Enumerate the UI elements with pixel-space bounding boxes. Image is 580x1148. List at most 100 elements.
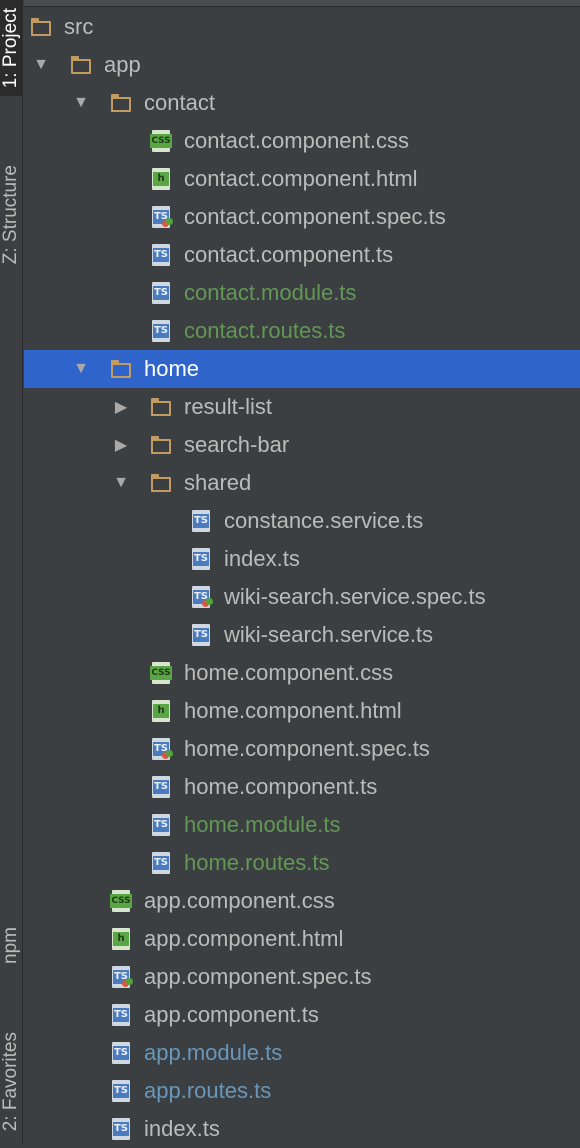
tree-folder-row[interactable]: ▶ search-bar <box>24 426 580 464</box>
tree-file-row[interactable]: TS home.module.ts <box>24 806 580 844</box>
html-file-icon: h <box>150 168 172 190</box>
tree-file-row[interactable]: TS contact.module.ts <box>24 274 580 312</box>
css-file-icon: CSS <box>150 662 172 684</box>
css-badge: CSS <box>110 894 132 908</box>
collapse-arrow-icon[interactable]: ▼ <box>32 56 50 74</box>
tree-item-label: index.ts <box>224 546 300 571</box>
ts-badge: TS <box>193 514 209 528</box>
ts-file-icon: TS <box>190 624 212 646</box>
tree-item-label: app.module.ts <box>144 1040 283 1065</box>
tree-file-row[interactable]: TS wiki-search.service.ts <box>24 616 580 654</box>
tree-file-row[interactable]: TS contact.routes.ts <box>24 312 580 350</box>
folder-icon <box>150 434 172 456</box>
tree-file-row[interactable]: TS contact.component.spec.ts <box>24 198 580 236</box>
tree-file-row[interactable]: h home.component.html <box>24 692 580 730</box>
tree-item-label: search-bar <box>184 432 290 457</box>
tree-folder-row[interactable]: ▼ shared <box>24 464 580 502</box>
collapse-arrow-icon[interactable]: ▼ <box>112 474 130 492</box>
tree-item-label: home.component.ts <box>184 774 378 799</box>
tree-file-row[interactable]: TS home.component.ts <box>24 768 580 806</box>
tree-folder-row[interactable]: ▼ home <box>24 350 580 388</box>
tree-file-row[interactable]: TS wiki-search.service.spec.ts <box>24 578 580 616</box>
tree-file-row[interactable]: TS home.component.spec.ts <box>24 730 580 768</box>
ts-badge: TS <box>153 856 169 870</box>
tree-item-label: app <box>104 52 141 77</box>
tree-item-label: constance.service.ts <box>224 508 424 533</box>
favorites-tab-label: 2: Favorites <box>0 1032 21 1132</box>
folder-icon <box>150 396 172 418</box>
ts-file-icon: TS <box>190 510 212 532</box>
tree-file-row[interactable]: TS home.routes.ts <box>24 844 580 882</box>
html-badge: h <box>113 932 129 946</box>
spec-file-icon: TS <box>190 586 213 608</box>
tree-item-label: src <box>64 14 94 39</box>
tree-file-row[interactable]: TS app.component.spec.ts <box>24 958 580 996</box>
structure-tab[interactable]: Z: Structure <box>0 140 22 290</box>
folder-icon <box>70 54 92 76</box>
tree-file-row[interactable]: CSS home.component.css <box>24 654 580 692</box>
tree-item-label: home.routes.ts <box>184 850 330 875</box>
tree-file-row[interactable]: TS app.component.ts <box>24 996 580 1034</box>
spec-file-icon: TS <box>150 738 173 760</box>
tree-item-label: wiki-search.service.spec.ts <box>224 584 486 609</box>
tree-file-row[interactable]: TS index.ts <box>24 1110 580 1148</box>
tree-item-label: app.component.spec.ts <box>144 964 372 989</box>
html-file-icon: h <box>150 700 172 722</box>
tree-item-label: contact.component.css <box>184 128 410 153</box>
tree-item-label: app.routes.ts <box>144 1078 272 1103</box>
tree-file-row[interactable]: h contact.component.html <box>24 160 580 198</box>
collapse-arrow-icon[interactable]: ▼ <box>72 360 90 378</box>
ts-badge: TS <box>153 818 169 832</box>
tree-item-label: contact <box>144 90 215 115</box>
tree-item-label: shared <box>184 470 252 495</box>
favorites-tab[interactable]: 2: Favorites <box>0 1020 22 1144</box>
html-file-icon: h <box>110 928 132 950</box>
ts-file-icon: TS <box>150 282 172 304</box>
tree-file-row[interactable]: TS app.module.ts <box>24 1034 580 1072</box>
css-badge: CSS <box>150 134 172 148</box>
collapse-arrow-icon[interactable]: ▼ <box>72 94 90 112</box>
tree-folder-row[interactable]: ▼ app <box>24 46 580 84</box>
folder-icon <box>110 358 132 380</box>
tree-file-row[interactable]: CSS app.component.css <box>24 882 580 920</box>
ts-file-icon: TS <box>150 852 172 874</box>
html-badge: h <box>153 704 169 718</box>
tree-file-row[interactable]: TS app.routes.ts <box>24 1072 580 1110</box>
tree-item-label: app.component.css <box>144 888 335 913</box>
folder-icon <box>150 472 172 494</box>
tree-item-label: home.component.html <box>184 698 402 723</box>
ts-badge: TS <box>113 1122 129 1136</box>
ts-file-icon: TS <box>150 814 172 836</box>
npm-tab[interactable]: npm <box>0 900 22 990</box>
tree-file-row[interactable]: TS constance.service.ts <box>24 502 580 540</box>
expand-arrow-icon[interactable]: ▶ <box>112 398 130 416</box>
tree-file-row[interactable]: TS index.ts <box>24 540 580 578</box>
tree-folder-row[interactable]: ▶ result-list <box>24 388 580 426</box>
project-tree: src ▼ app ▼ contact CSS contact.component.css h… <box>24 0 580 1144</box>
tree-item-label: index.ts <box>144 1116 220 1141</box>
ts-file-icon: TS <box>150 320 172 342</box>
spec-file-icon: TS <box>150 206 173 228</box>
ts-badge: TS <box>153 324 169 338</box>
html-badge: h <box>153 172 169 186</box>
tree-folder-row[interactable]: ▼ contact <box>24 84 580 122</box>
tree-folder-row[interactable]: src <box>24 8 580 46</box>
tree-item-label: home <box>144 356 200 381</box>
css-file-icon: CSS <box>150 130 172 152</box>
ts-badge: TS <box>153 780 169 794</box>
tree-file-row[interactable]: h app.component.html <box>24 920 580 958</box>
tree-item-label: contact.component.ts <box>184 242 394 267</box>
tree-item-label: result-list <box>184 394 273 419</box>
ts-badge: TS <box>113 1046 129 1060</box>
tree-file-row[interactable]: CSS contact.component.css <box>24 122 580 160</box>
ts-file-icon: TS <box>110 1118 132 1140</box>
tree-file-row[interactable]: TS contact.component.ts <box>24 236 580 274</box>
tree-item-label: wiki-search.service.ts <box>224 622 434 647</box>
npm-tab-label: npm <box>0 926 21 964</box>
tree-item-label: contact.component.html <box>184 166 418 191</box>
ts-file-icon: TS <box>110 1004 132 1026</box>
css-badge: CSS <box>150 666 172 680</box>
expand-arrow-icon[interactable]: ▶ <box>112 436 130 454</box>
tree-item-label: home.module.ts <box>184 812 341 837</box>
project-tab[interactable]: 1: Project <box>0 0 22 96</box>
